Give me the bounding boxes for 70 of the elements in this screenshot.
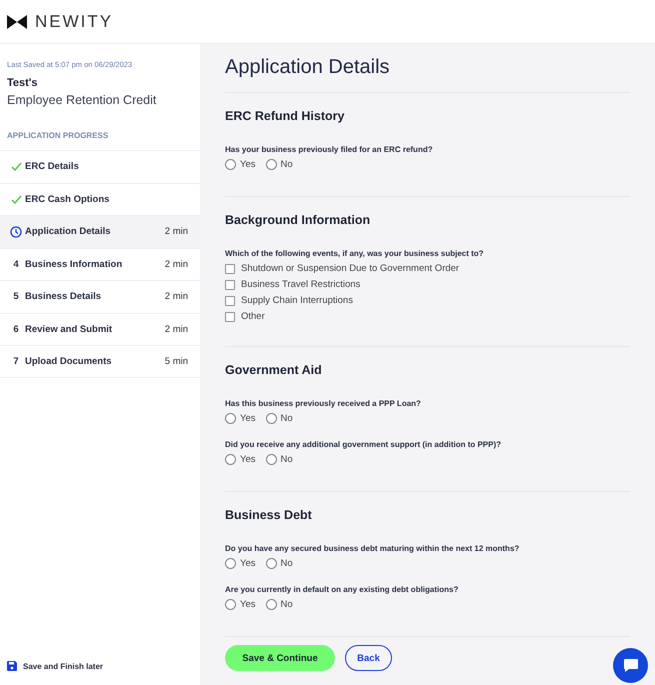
step-number: 4	[13, 258, 19, 270]
option-label: No	[280, 413, 293, 424]
step-number: 6	[13, 324, 19, 335]
question-text: Has your business previously filed for an ERC refund?	[225, 144, 434, 154]
step-label: Application Details	[25, 226, 112, 238]
step-label: Business Information	[25, 258, 124, 270]
option-label: No	[280, 599, 293, 610]
radio-button[interactable]	[225, 454, 236, 465]
option-label: Yes	[240, 558, 256, 569]
progress-heading: APPLICATION PROGRESS	[7, 131, 110, 140]
section-title: Background Information	[225, 213, 372, 227]
checkbox[interactable]	[225, 312, 235, 322]
step-time: 2 min	[164, 291, 188, 302]
step-label: Upload Documents	[25, 356, 113, 367]
option-label: No	[280, 558, 293, 569]
question-text: Has this business previously received a PPP Loan?	[225, 398, 422, 408]
option-label: Yes	[240, 413, 256, 424]
owner-name: Test's	[7, 77, 39, 89]
step-label: Business Details	[25, 291, 102, 302]
step-label: ERC Details	[25, 161, 80, 172]
option-label: Business Travel Restrictions	[241, 279, 360, 290]
save-continue-button[interactable]: Save & Continue	[225, 645, 335, 671]
program-name: Employee Retention Credit	[7, 93, 158, 107]
step-number: 7	[13, 356, 19, 367]
chat-icon	[622, 658, 638, 673]
option-label: No	[280, 454, 293, 465]
question-text: Are you currently in default on any existing debt obligations?	[225, 584, 460, 594]
radio-button[interactable]	[266, 454, 276, 465]
question-text: Did you receive any additional government support (in addition to PPP)?	[225, 439, 502, 449]
checkbox[interactable]	[225, 280, 235, 290]
clock-icon	[10, 226, 22, 238]
page-title: Application Details	[225, 56, 630, 93]
progress-step[interactable]: 7 Upload Documents 5 min	[0, 345, 200, 378]
check-icon	[10, 194, 22, 204]
back-button[interactable]: Back	[345, 645, 392, 671]
option-label: Supply Chain Interruptions	[241, 295, 353, 306]
step-time: 2 min	[164, 324, 188, 335]
step-time: 2 min	[164, 258, 188, 270]
radio-button[interactable]	[266, 159, 276, 170]
option-label: Yes	[240, 454, 256, 465]
radio-button[interactable]	[225, 558, 236, 569]
radio-button[interactable]	[266, 413, 276, 424]
radio-button[interactable]	[225, 159, 236, 170]
section-title: ERC Refund History	[225, 109, 346, 123]
section-title: Government Aid	[225, 363, 323, 377]
radio-button[interactable]	[266, 599, 276, 610]
step-label: Review and Submit	[25, 324, 114, 335]
option-label: Shutdown or Suspension Due to Government Order	[241, 263, 460, 274]
radio-button[interactable]	[225, 413, 236, 424]
option-label: No	[280, 159, 293, 170]
checkbox[interactable]	[225, 264, 235, 274]
brand-name: NEWITY	[35, 12, 114, 32]
radio-button[interactable]	[225, 599, 236, 610]
step-number: 5	[13, 291, 19, 302]
question-text: Do you have any secured business debt maturing within the next 12 months?	[225, 543, 520, 553]
section-title: Business Debt	[225, 508, 313, 522]
option-label: Yes	[240, 599, 256, 610]
question-text: Which of the following events, if any, was your business subject to?	[225, 248, 485, 258]
checkbox[interactable]	[225, 296, 235, 306]
option-label: Other	[241, 311, 265, 322]
radio-button[interactable]	[266, 558, 276, 569]
option-label: Yes	[240, 159, 256, 170]
step-time: 2 min	[164, 226, 188, 238]
save-later-link[interactable]: Save and Finish later	[23, 662, 104, 670]
step-time: 5 min	[164, 356, 188, 367]
logo-icon	[7, 14, 27, 28]
save-icon	[7, 661, 17, 671]
step-label: ERC Cash Options	[25, 194, 110, 205]
progress-step[interactable]: Application Details 2 min	[0, 215, 200, 248]
check-icon	[10, 162, 22, 172]
